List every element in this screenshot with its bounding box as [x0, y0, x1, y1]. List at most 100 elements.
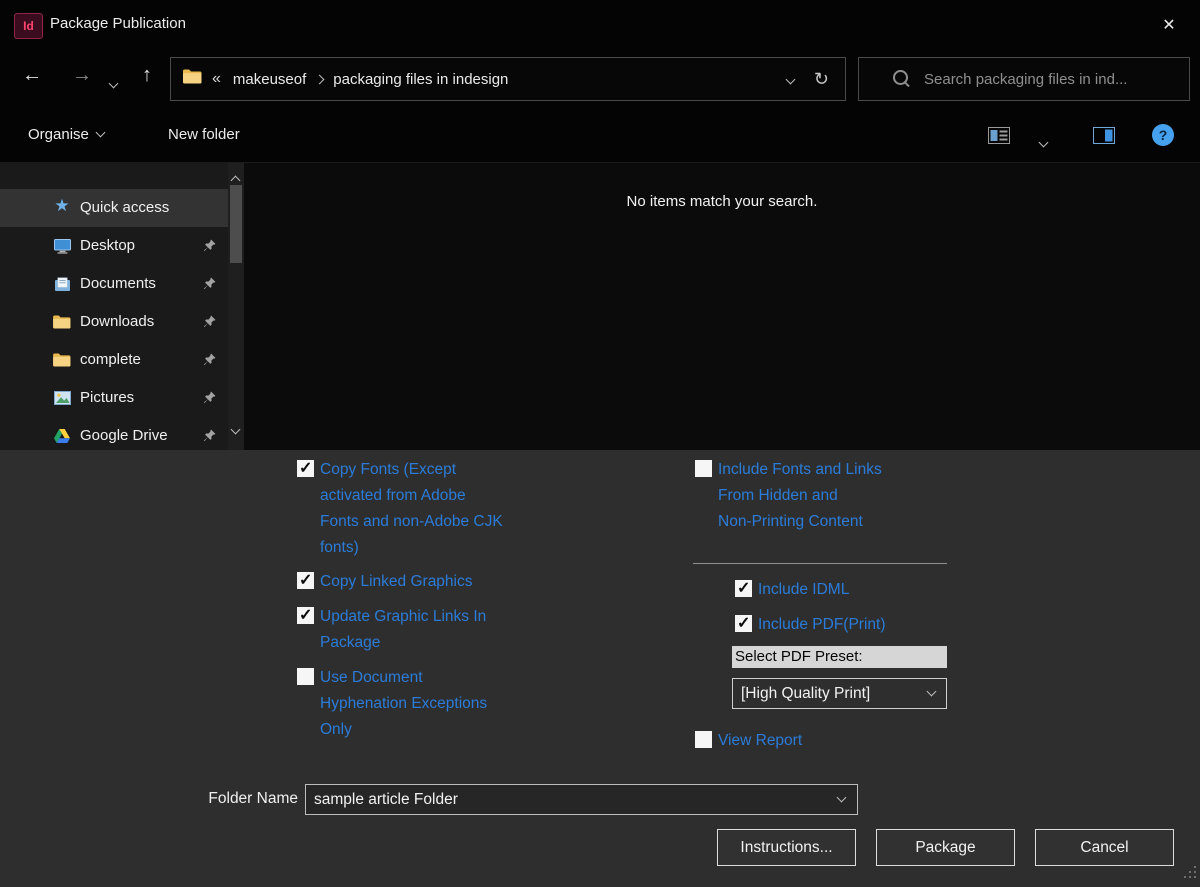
include-hidden-label[interactable]: Include Fonts and Links From Hidden and … — [718, 457, 943, 535]
navigation-bar: ← → ↑ « makeuseof packaging files in ind… — [0, 50, 1200, 108]
pin-icon — [203, 429, 216, 446]
sidebar-item-google-drive[interactable]: Google Drive — [0, 417, 228, 450]
copy-linked-graphics-checkbox[interactable] — [297, 572, 314, 589]
cancel-button[interactable]: Cancel — [1035, 829, 1174, 866]
sidebar-item-label: complete — [80, 351, 141, 368]
chevron-down-icon — [231, 425, 241, 435]
desktop-icon — [52, 236, 72, 256]
options-divider — [693, 563, 947, 564]
pdf-preset-dropdown[interactable]: [High Quality Print] — [732, 678, 947, 709]
chevron-down-icon — [927, 687, 937, 697]
chevron-down-icon — [837, 793, 847, 803]
sidebar-item-label: Downloads — [80, 313, 154, 330]
up-icon[interactable]: ↑ — [142, 64, 152, 87]
sidebar-item-label: Google Drive — [80, 427, 168, 444]
copy-fonts-checkbox[interactable] — [297, 460, 314, 477]
sidebar-item-desktop[interactable]: Desktop — [0, 227, 228, 265]
sidebar-item-label: Pictures — [80, 389, 134, 406]
hyphenation-label[interactable]: Use Document Hyphenation Exceptions Only — [320, 665, 555, 743]
sidebar-item-documents[interactable]: Documents — [0, 265, 228, 303]
pdf-preset-value: [High Quality Print] — [733, 685, 928, 703]
chevron-down-icon — [1039, 138, 1049, 148]
change-view-chevron-icon[interactable] — [1040, 133, 1047, 151]
indesign-app-icon: Id — [14, 13, 43, 39]
sidebar-item-label: Quick access — [80, 199, 169, 216]
scroll-down-icon[interactable] — [232, 420, 239, 438]
toolbar: Organise New folder ? — [0, 108, 1200, 163]
breadcrumb-item-makeuseof[interactable]: makeuseof — [233, 71, 306, 88]
file-browser: ★ Quick access Desktop Documents — [0, 163, 1200, 450]
window-title: Package Publication — [50, 15, 186, 32]
include-hidden-checkbox[interactable] — [695, 460, 712, 477]
pin-icon — [203, 391, 216, 408]
sidebar-scrollbar[interactable] — [228, 163, 244, 450]
sidebar-item-label: Documents — [80, 275, 156, 292]
update-graphic-links-checkbox[interactable] — [297, 607, 314, 624]
breadcrumb-overflow[interactable]: « — [212, 70, 221, 88]
empty-search-message: No items match your search. — [244, 193, 1200, 210]
package-button[interactable]: Package — [876, 829, 1015, 866]
breadcrumb-separator-icon — [316, 70, 323, 88]
include-pdf-label[interactable]: Include PDF(Print) — [758, 612, 885, 638]
documents-icon — [52, 274, 72, 294]
preview-pane-icon[interactable] — [1093, 127, 1115, 149]
close-button[interactable]: ✕ — [1150, 10, 1188, 40]
copy-fonts-label[interactable]: Copy Fonts (Except activated from Adobe … — [320, 457, 555, 561]
sidebar-item-complete[interactable]: complete — [0, 341, 228, 379]
sidebar-item-downloads[interactable]: Downloads — [0, 303, 228, 341]
sidebar: ★ Quick access Desktop Documents — [0, 163, 244, 450]
address-dropdown-icon[interactable] — [787, 70, 794, 88]
titlebar: Id Package Publication ✕ — [0, 0, 1200, 50]
pictures-icon — [52, 388, 72, 408]
folder-icon — [183, 69, 202, 89]
downloads-folder-icon — [52, 312, 72, 332]
pin-icon — [203, 353, 216, 370]
package-publication-dialog: Id Package Publication ✕ ← → ↑ « makeuse… — [0, 0, 1200, 887]
search-box[interactable] — [858, 57, 1190, 101]
sidebar-item-pictures[interactable]: Pictures — [0, 379, 228, 417]
chevron-down-icon — [109, 79, 119, 89]
chevron-down-icon — [785, 75, 795, 85]
search-input[interactable] — [922, 70, 1177, 89]
star-icon: ★ — [52, 196, 72, 216]
address-bar[interactable]: « makeuseof packaging files in indesign … — [170, 57, 846, 101]
google-drive-icon — [52, 426, 72, 446]
resize-grip[interactable] — [1184, 866, 1197, 884]
help-button[interactable]: ? — [1152, 124, 1174, 146]
change-view-icon[interactable] — [988, 127, 1010, 149]
folder-name-combobox[interactable]: sample article Folder — [305, 784, 858, 815]
hyphenation-checkbox[interactable] — [297, 668, 314, 685]
view-report-label[interactable]: View Report — [718, 728, 802, 754]
pin-icon — [203, 315, 216, 332]
sidebar-item-quick-access[interactable]: ★ Quick access — [0, 189, 228, 227]
instructions-button[interactable]: Instructions... — [717, 829, 856, 866]
chevron-up-icon — [231, 176, 241, 186]
breadcrumb-item-current[interactable]: packaging files in indesign — [333, 71, 508, 88]
search-icon — [893, 70, 908, 85]
include-idml-label[interactable]: Include IDML — [758, 577, 849, 603]
include-pdf-checkbox[interactable] — [735, 615, 752, 632]
folder-icon — [52, 350, 72, 370]
pin-icon — [203, 277, 216, 294]
pdf-preset-label: Select PDF Preset: — [732, 646, 947, 668]
forward-icon[interactable]: → — [72, 64, 92, 87]
organise-menu[interactable]: Organise — [28, 126, 104, 143]
new-folder-button[interactable]: New folder — [168, 126, 240, 143]
update-graphic-links-label[interactable]: Update Graphic Links In Package — [320, 604, 555, 656]
recent-locations-chevron-icon[interactable] — [110, 74, 117, 92]
view-report-checkbox[interactable] — [695, 731, 712, 748]
back-icon[interactable]: ← — [22, 64, 42, 87]
close-icon: ✕ — [1162, 15, 1175, 35]
pin-icon — [203, 239, 216, 256]
chevron-down-icon — [95, 128, 105, 138]
organise-label: Organise — [28, 126, 89, 143]
include-idml-checkbox[interactable] — [735, 580, 752, 597]
copy-linked-graphics-label[interactable]: Copy Linked Graphics — [320, 569, 473, 595]
folder-name-value: sample article Folder — [306, 791, 838, 809]
refresh-icon[interactable]: ↻ — [814, 69, 829, 90]
chevron-right-icon — [315, 75, 325, 85]
folder-name-label: Folder Name — [150, 790, 298, 808]
scrollbar-thumb[interactable] — [230, 185, 242, 263]
sidebar-item-label: Desktop — [80, 237, 135, 254]
package-options-panel: Copy Fonts (Except activated from Adobe … — [0, 450, 1200, 887]
